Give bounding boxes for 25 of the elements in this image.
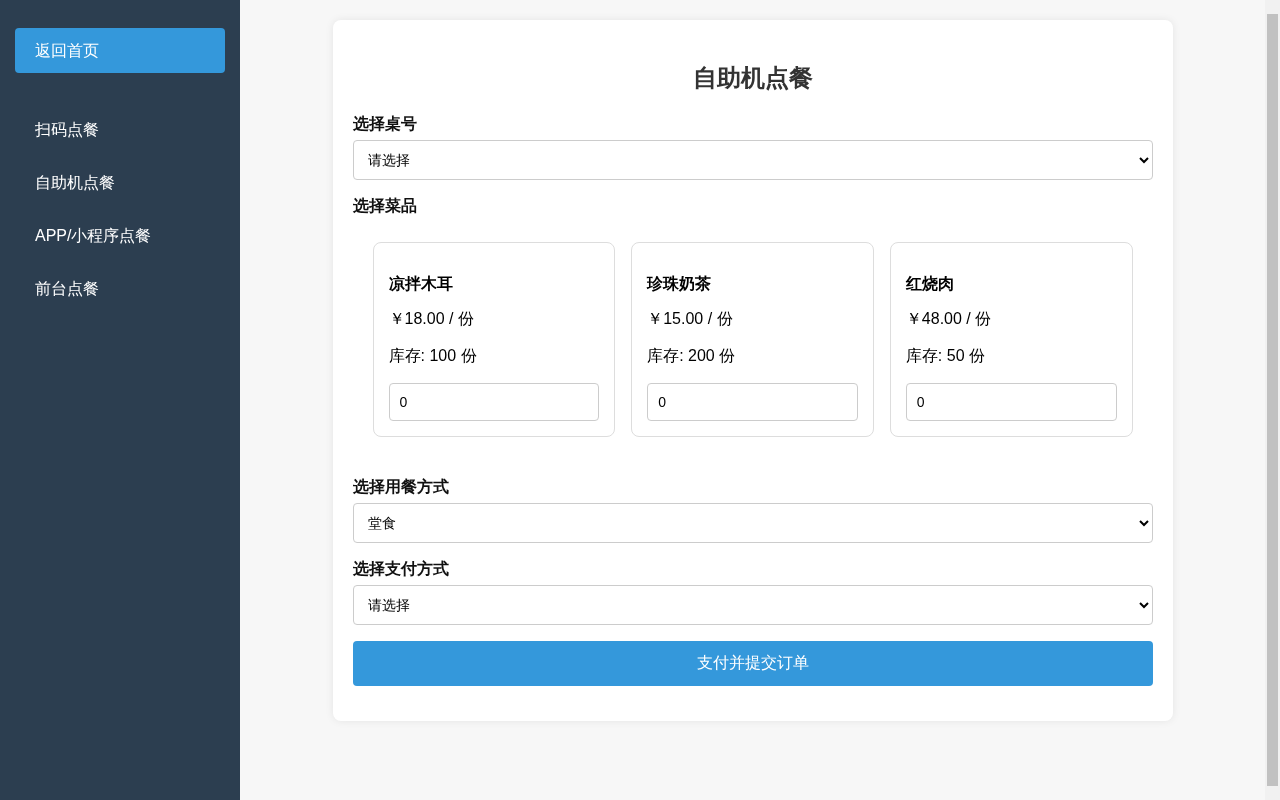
field-label: 选择用餐方式 [352,477,450,497]
dish-stock: 库存: 100 份 [388,346,478,366]
scrollbar[interactable] [1265,0,1280,800]
quantity-field[interactable]: 0 [647,383,858,421]
dish-price: ￥48.00 / 份 [905,309,993,329]
dropdown-field[interactable]: 请选择 [352,585,1153,625]
dish-name: 珍珠奶茶 [647,274,713,294]
nav-link[interactable]: 前台点餐 [15,262,225,315]
page-title: 自助机点餐 [691,63,814,93]
quantity-field[interactable]: 0 [388,383,600,421]
dropdown-field[interactable]: 堂食 [352,503,1153,543]
field-label: 选择菜品 [352,196,418,216]
nav-link[interactable]: 扫码点餐 [15,103,225,156]
dish-name: 凉拌木耳 [388,274,454,294]
field-label: 选择桌号 [352,114,418,134]
nav-link[interactable]: APP/小程序点餐 [15,209,225,262]
nav-link[interactable]: 自助机点餐 [15,156,225,209]
dish-stock: 库存: 50 份 [905,346,986,366]
field-label: 选择支付方式 [352,559,450,579]
dish-price: ￥18.00 / 份 [388,309,475,329]
dish-name: 红烧肉 [905,274,955,294]
dish-price: ￥15.00 / 份 [647,309,734,329]
dropdown-field[interactable]: 请选择 [352,140,1153,180]
quantity-field[interactable]: 0 [905,383,1117,421]
dish-stock: 库存: 200 份 [647,346,737,366]
